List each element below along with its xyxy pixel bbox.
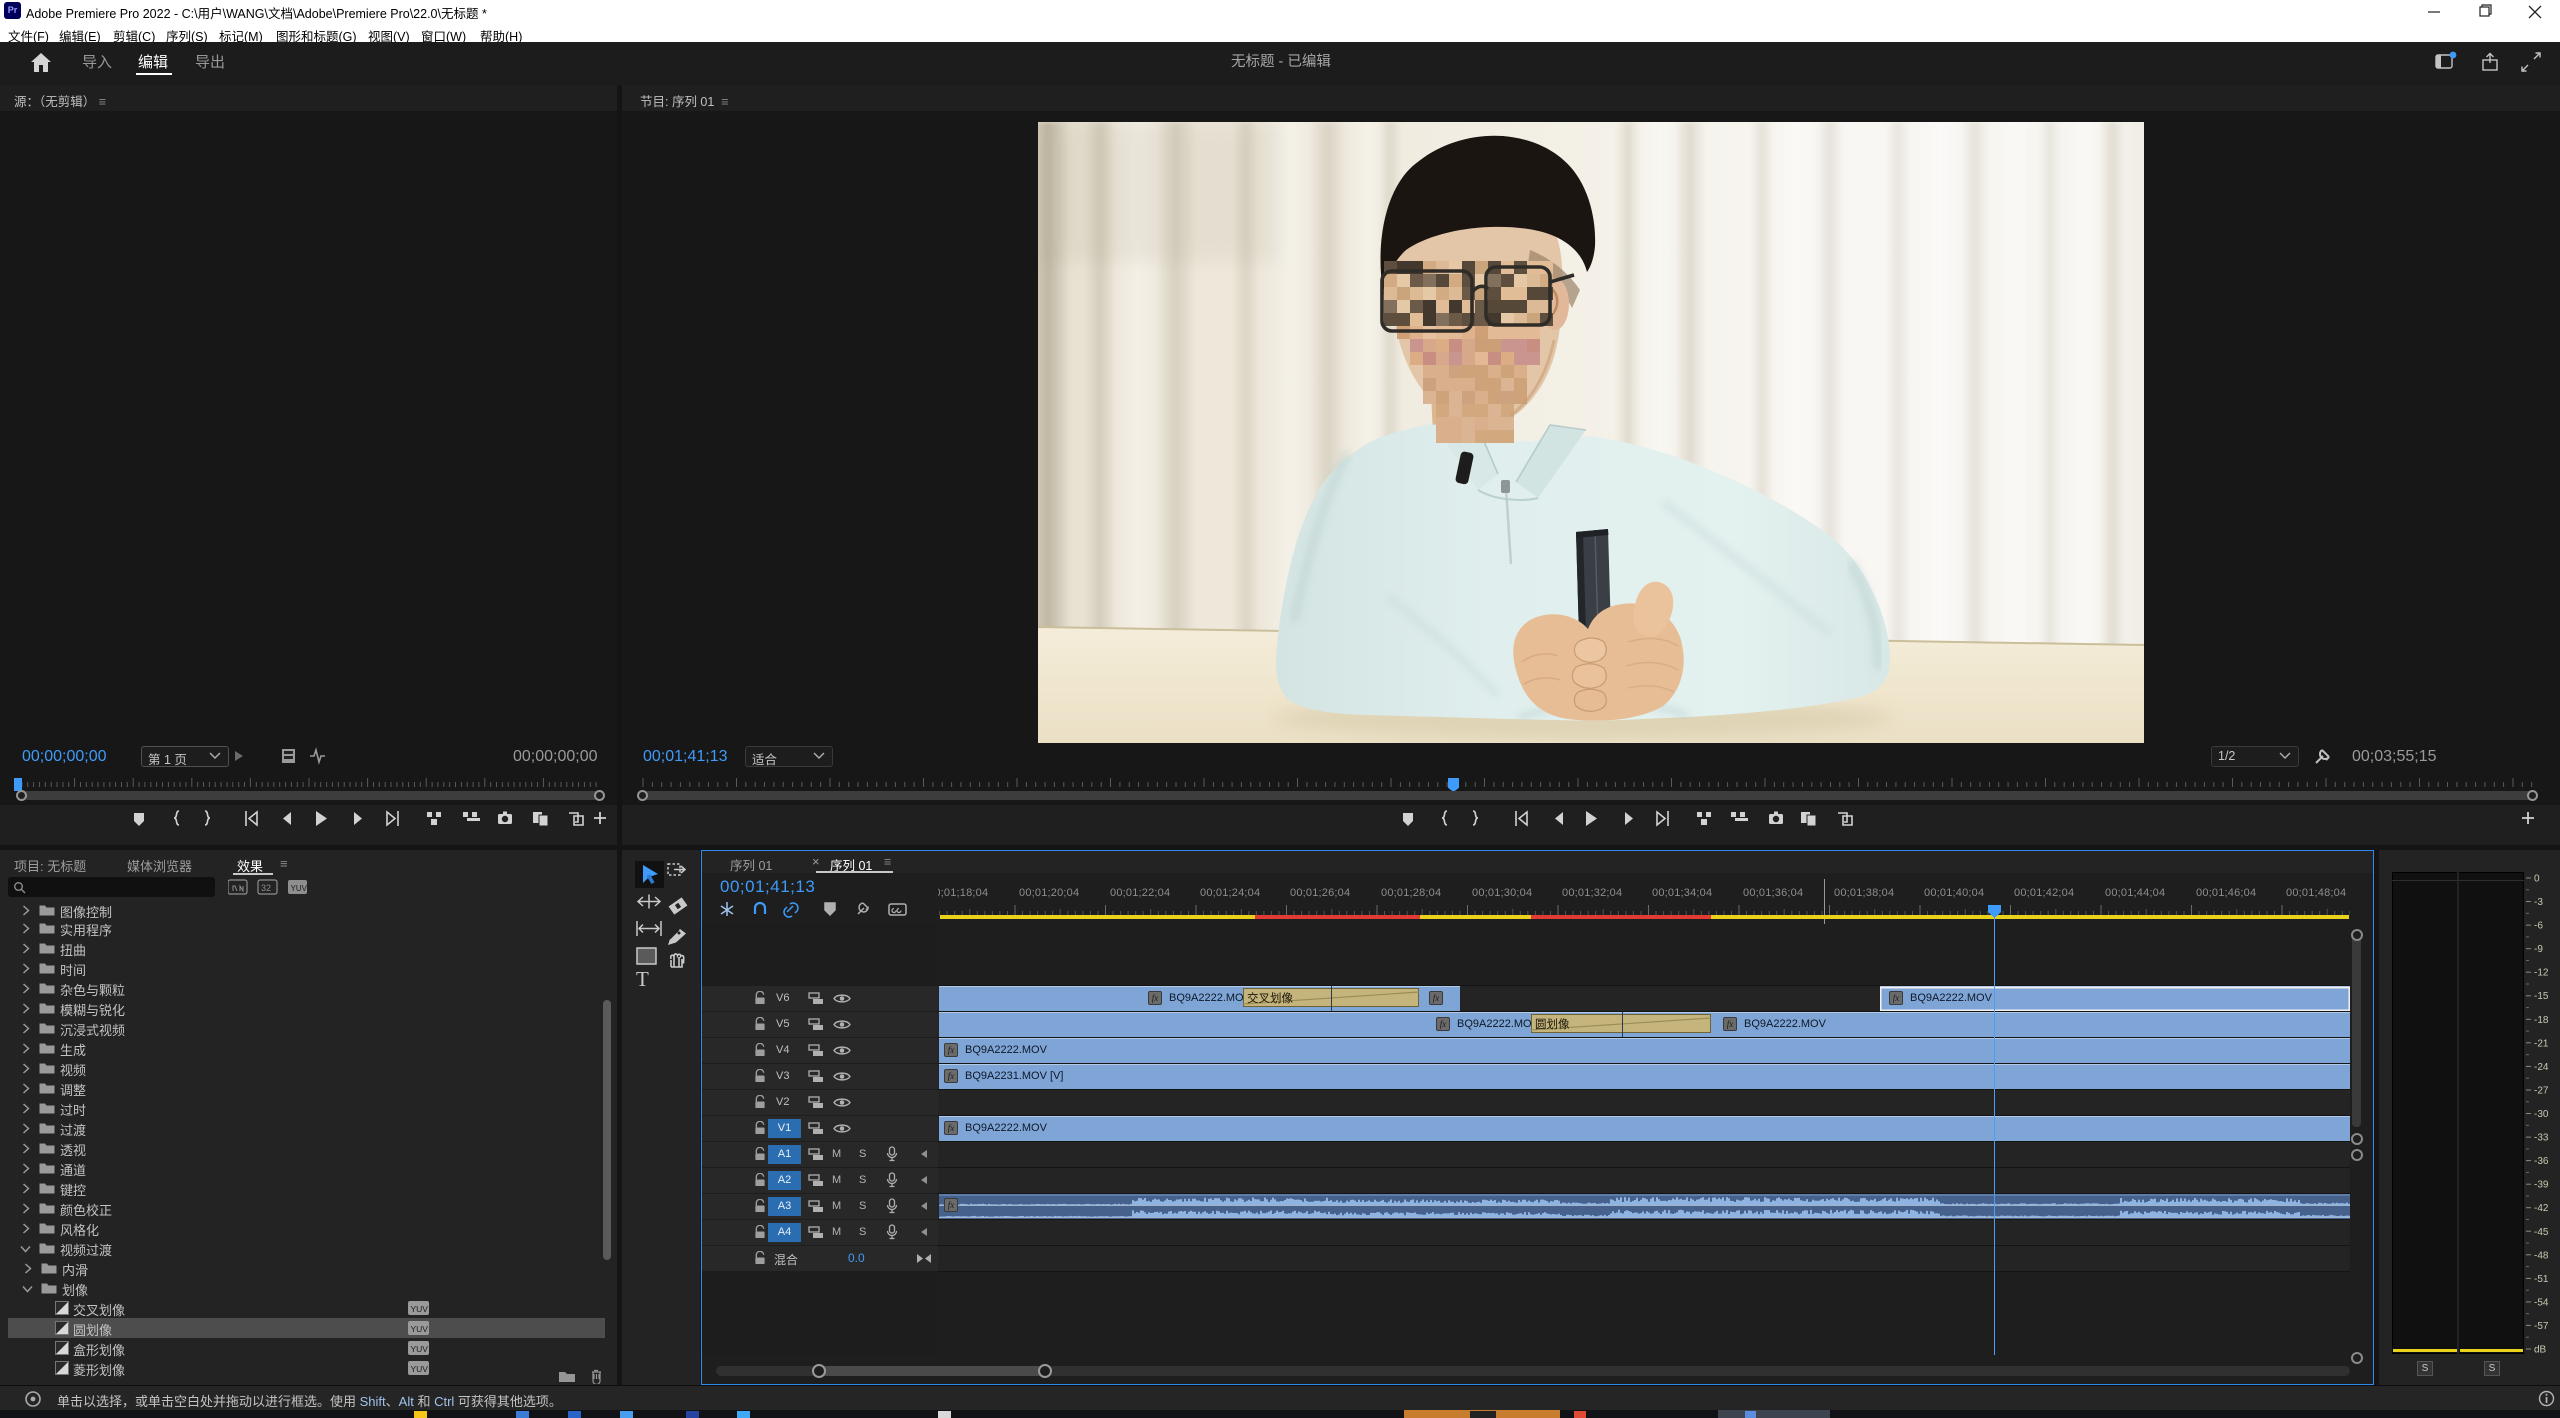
svg-text:-45: -45 <box>2534 1227 2549 1238</box>
svg-text:-18: -18 <box>2534 1015 2549 1026</box>
svg-text:-27: -27 <box>2534 1086 2549 1097</box>
svg-text:YUV: YUV <box>411 1344 429 1354</box>
svg-text:-42: -42 <box>2534 1203 2549 1214</box>
svg-text:-3: -3 <box>2534 897 2543 908</box>
svg-text:-36: -36 <box>2534 1156 2549 1167</box>
svg-text:-51: -51 <box>2534 1274 2549 1285</box>
svg-text:-57: -57 <box>2534 1321 2549 1332</box>
svg-text:-15: -15 <box>2534 991 2549 1002</box>
svg-text:32: 32 <box>261 883 271 893</box>
svg-text:-12: -12 <box>2534 968 2549 979</box>
svg-text:dB: dB <box>2534 1345 2547 1356</box>
svg-text:YUV: YUV <box>411 1364 429 1374</box>
svg-text:0: 0 <box>2534 874 2540 885</box>
svg-text:-24: -24 <box>2534 1062 2549 1073</box>
svg-text:T: T <box>636 967 649 991</box>
svg-text:-30: -30 <box>2534 1109 2549 1120</box>
svg-text:-6: -6 <box>2534 921 2543 932</box>
svg-text:YUV: YUV <box>411 1304 429 1314</box>
svg-text:-9: -9 <box>2534 944 2543 955</box>
svg-text:YUV: YUV <box>291 884 308 893</box>
svg-text:YUV: YUV <box>411 1324 429 1334</box>
svg-text:-54: -54 <box>2534 1297 2549 1308</box>
svg-text:-21: -21 <box>2534 1038 2549 1049</box>
svg-text:-33: -33 <box>2534 1133 2549 1144</box>
svg-text:-48: -48 <box>2534 1250 2549 1261</box>
svg-text:-39: -39 <box>2534 1180 2549 1191</box>
